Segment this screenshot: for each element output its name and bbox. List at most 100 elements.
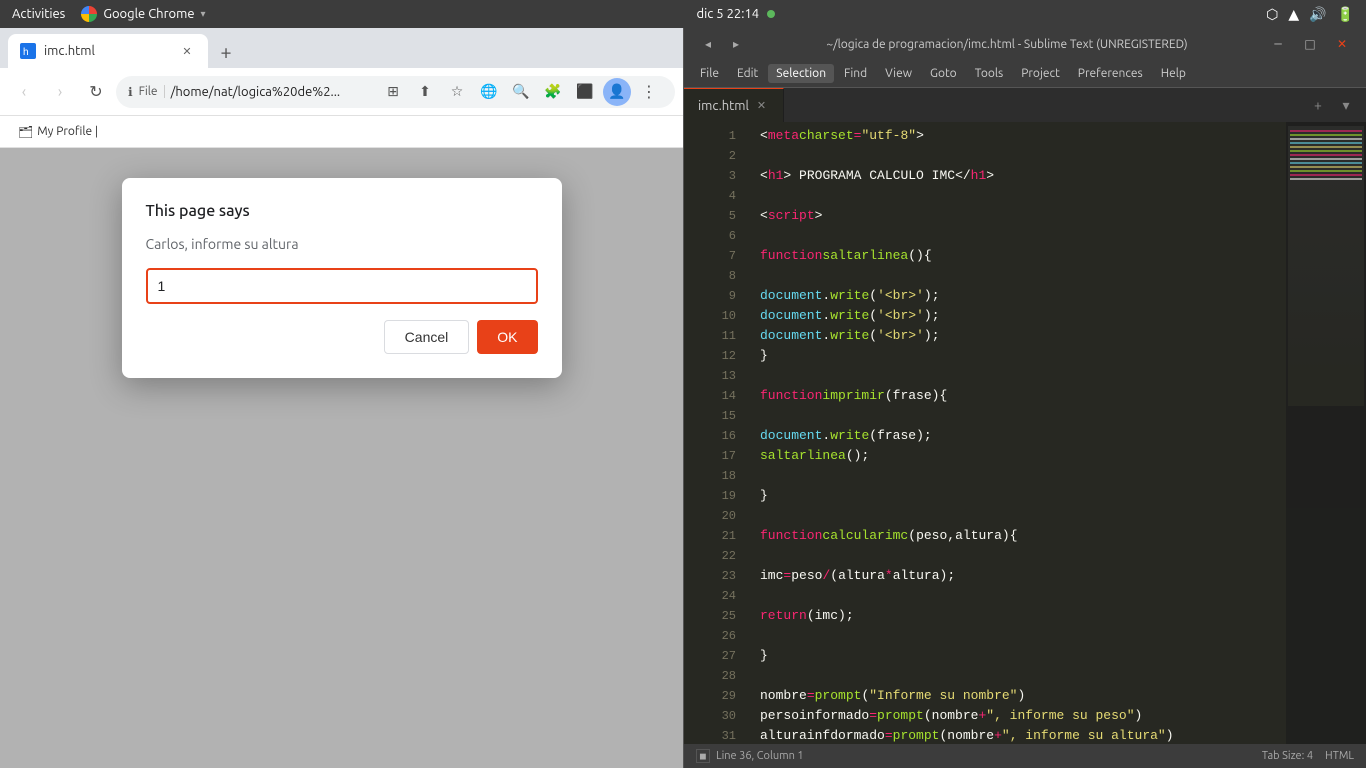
tab-favicon: h <box>20 43 36 59</box>
sublime-close-button[interactable]: ✕ <box>1330 32 1354 56</box>
statusbar-position: Line 36, Column 1 <box>716 750 804 762</box>
menu-file[interactable]: File <box>692 64 727 83</box>
sublime-tab-list-button[interactable]: ▾ <box>1334 93 1358 117</box>
line-numbers: 1234567891011121314151617181920212223242… <box>700 122 748 744</box>
bookmark-button[interactable]: ☆ <box>443 78 471 106</box>
address-input[interactable]: ℹ File /home/nat/logica%20de%2... ⊞ ⬆ ☆ … <box>116 76 675 108</box>
line-number: 16 <box>700 426 748 446</box>
extensions-button[interactable]: 🧩 <box>539 78 567 106</box>
activities-button[interactable]: Activities <box>12 7 65 21</box>
menu-view[interactable]: View <box>877 64 920 83</box>
forward-button[interactable]: › <box>44 76 76 108</box>
code-line: document.write('<br>'); <box>760 306 1286 326</box>
dialog-input[interactable] <box>146 268 538 304</box>
menu-selection[interactable]: Selection <box>768 64 834 83</box>
code-area: 1234567891011121314151617181920212223242… <box>684 122 1366 744</box>
sublime-panel-right-button[interactable]: ▸ <box>724 32 748 56</box>
address-bar: ‹ › ↻ ℹ File /home/nat/logica%20de%2... … <box>0 68 683 116</box>
chrome-taskbar-item[interactable]: Google Chrome ▾ <box>81 6 205 22</box>
line-number: 10 <box>700 306 748 326</box>
translate-button[interactable]: 🌐 <box>475 78 503 106</box>
line-number: 8 <box>700 266 748 286</box>
info-icon: ℹ <box>128 85 133 99</box>
chrome-menu-button[interactable]: ⋮ <box>635 78 663 106</box>
dialog-message: Carlos, informe su altura <box>146 236 538 252</box>
code-line <box>760 666 1286 686</box>
sublime-tab-imc[interactable]: imc.html ✕ <box>684 88 784 122</box>
sublime-new-tab-button[interactable]: + <box>1306 93 1330 117</box>
bookmark-item-profile[interactable]: 🗂 My Profile | <box>12 123 104 141</box>
code-line <box>760 266 1286 286</box>
code-editor[interactable]: <meta charset="utf-8"><h1> PROGRAMA CALC… <box>748 122 1286 744</box>
line-number: 30 <box>700 706 748 726</box>
code-line <box>760 626 1286 646</box>
menu-goto[interactable]: Goto <box>922 64 965 83</box>
bookmark-label: My Profile | <box>37 125 98 138</box>
line-number: 11 <box>700 326 748 346</box>
tab-title: imc.html <box>44 44 170 58</box>
sidebar-button[interactable]: ⬛ <box>571 78 599 106</box>
dialog-cancel-button[interactable]: Cancel <box>384 320 470 354</box>
battery-icon: 🔋 <box>1337 6 1354 23</box>
sublime-maximize-button[interactable]: □ <box>1298 32 1322 56</box>
dialog-overlay: This page says Carlos, informe su altura… <box>0 148 683 768</box>
tab-close-button[interactable]: ✕ <box>178 42 196 60</box>
code-line: function calcularimc(peso,altura) { <box>760 526 1286 546</box>
dialog-title: This page says <box>146 202 538 220</box>
menu-preferences[interactable]: Preferences <box>1070 64 1151 83</box>
sublime-menubar: File Edit Selection Find View Goto Tools… <box>684 60 1366 88</box>
chevron-down-icon: ▾ <box>201 8 206 20</box>
menu-find[interactable]: Find <box>836 64 875 83</box>
back-button[interactable]: ‹ <box>8 76 40 108</box>
menu-project[interactable]: Project <box>1013 64 1068 83</box>
sublime-panel-left-button[interactable]: ◂ <box>696 32 720 56</box>
line-number: 19 <box>700 486 748 506</box>
menu-tools[interactable]: Tools <box>967 64 1012 83</box>
line-number: 6 <box>700 226 748 246</box>
wifi-icon: ▲ <box>1288 6 1299 23</box>
line-number: 22 <box>700 546 748 566</box>
code-line <box>760 586 1286 606</box>
menu-help[interactable]: Help <box>1153 64 1194 83</box>
code-line: <script> <box>760 206 1286 226</box>
line-number: 26 <box>700 626 748 646</box>
line-number: 2 <box>700 146 748 166</box>
chrome-app-label: Google Chrome <box>103 7 194 21</box>
new-tab-button[interactable]: + <box>212 37 240 65</box>
line-number: 4 <box>700 186 748 206</box>
line-number: 14 <box>700 386 748 406</box>
sublime-minimap-toggle[interactable]: ◼ <box>696 749 710 763</box>
code-line: document.write('<br>'); <box>760 326 1286 346</box>
address-actions: ⊞ ⬆ ☆ 🌐 🔍 🧩 ⬛ 👤 ⋮ <box>379 78 663 106</box>
code-line <box>760 226 1286 246</box>
statusbar-tab-size[interactable]: Tab Size: 4 <box>1262 750 1313 762</box>
sublime-minimize-button[interactable]: ─ <box>1266 32 1290 56</box>
bookmark-icon: 🗂 <box>18 125 33 139</box>
view-site-info-button[interactable]: ⊞ <box>379 78 407 106</box>
search-button[interactable]: 🔍 <box>507 78 535 106</box>
share-button[interactable]: ⬆ <box>411 78 439 106</box>
datetime-label: dic 5 22:14 <box>697 7 760 21</box>
line-number: 17 <box>700 446 748 466</box>
sublime-tab-actions: + ▾ <box>1306 88 1366 122</box>
statusbar-left: ◼ Line 36, Column 1 <box>696 749 804 763</box>
code-line <box>760 366 1286 386</box>
code-line: <meta charset="utf-8"> <box>760 126 1286 146</box>
line-number: 9 <box>700 286 748 306</box>
code-line: } <box>760 646 1286 666</box>
active-tab[interactable]: h imc.html ✕ <box>8 34 208 68</box>
profile-avatar[interactable]: 👤 <box>603 78 631 106</box>
menu-edit[interactable]: Edit <box>729 64 766 83</box>
sublime-titlebar: ◂ ▸ ~/logica de programacion/imc.html - … <box>684 28 1366 60</box>
sublime-tabbar: imc.html ✕ + ▾ <box>684 88 1366 122</box>
dialog-ok-button[interactable]: OK <box>477 320 537 354</box>
minimap <box>1286 122 1366 744</box>
code-line: document.write('<br>'); <box>760 286 1286 306</box>
sublime-tab-label: imc.html <box>698 99 749 113</box>
statusbar-syntax[interactable]: HTML <box>1325 750 1354 762</box>
protocol-label: File <box>139 85 165 98</box>
sublime-tab-close-button[interactable]: ✕ <box>757 99 766 112</box>
sublime-statusbar: ◼ Line 36, Column 1 Tab Size: 4 HTML <box>684 744 1366 768</box>
code-line: alturainfdormado = prompt(nombre + ", in… <box>760 726 1286 744</box>
reload-button[interactable]: ↻ <box>80 76 112 108</box>
